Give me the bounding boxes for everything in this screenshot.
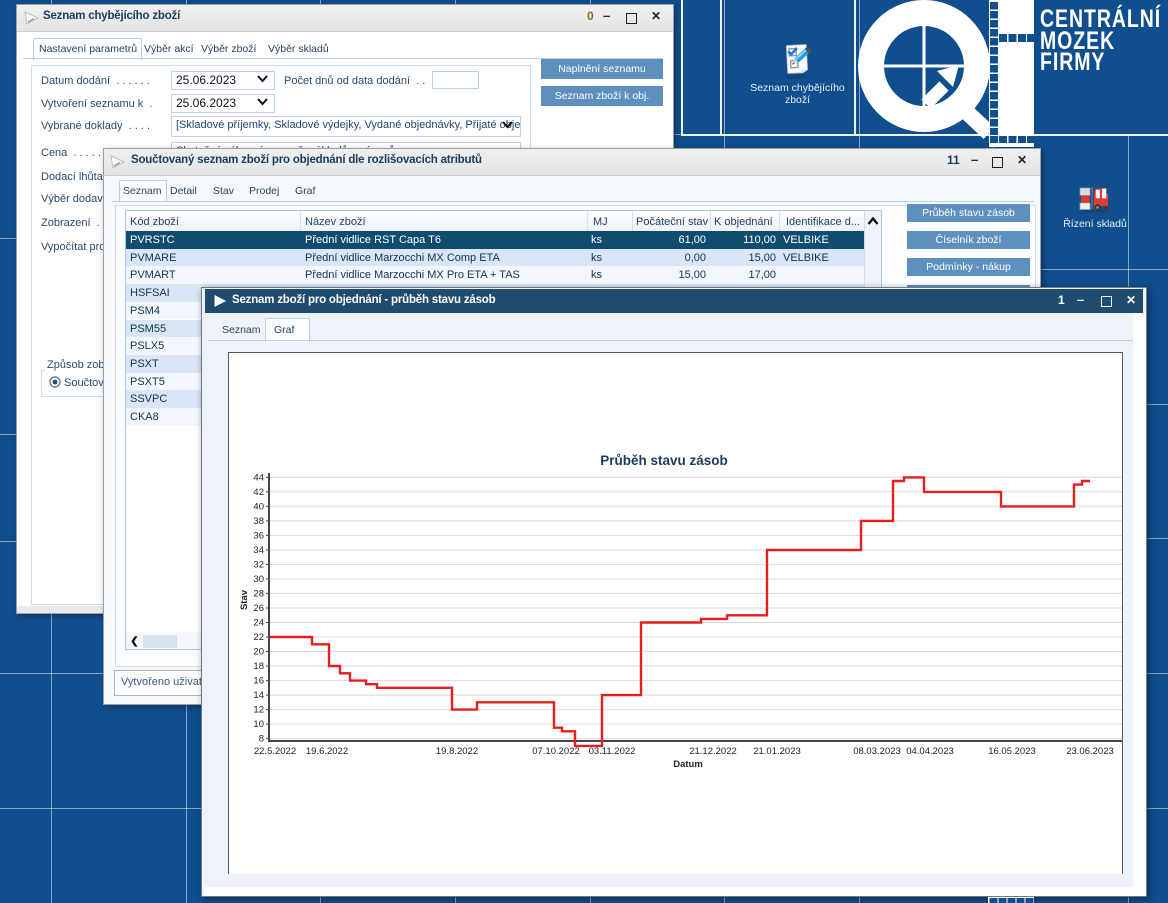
svg-text:07.10.2022: 07.10.2022 [532,746,580,757]
svg-text:21.12.2022: 21.12.2022 [689,746,737,757]
svg-text:19.6.2022: 19.6.2022 [306,746,348,757]
svg-text:38: 38 [253,516,264,527]
svg-text:24: 24 [253,618,264,629]
svg-text:40: 40 [253,501,264,512]
svg-text:23.06.2023: 23.06.2023 [1066,746,1114,757]
svg-text:26: 26 [253,603,264,614]
svg-text:22.5.2022: 22.5.2022 [254,746,296,757]
svg-text:42: 42 [253,487,264,498]
svg-text:8: 8 [259,734,264,745]
svg-text:12: 12 [253,705,264,716]
svg-text:28: 28 [253,588,264,599]
svg-text:16.05.2023: 16.05.2023 [988,746,1036,757]
svg-text:16: 16 [253,676,264,687]
svg-text:19.8.2022: 19.8.2022 [436,746,478,757]
svg-text:Stav: Stav [239,589,250,610]
svg-text:34: 34 [253,545,264,556]
svg-text:20: 20 [253,647,264,658]
svg-text:44: 44 [253,472,264,483]
svg-text:36: 36 [253,530,264,541]
svg-text:32: 32 [253,559,264,570]
svg-text:22: 22 [253,632,264,643]
svg-text:03.11.2022: 03.11.2022 [589,746,636,757]
svg-text:18: 18 [253,661,264,672]
svg-text:04.04.2023: 04.04.2023 [906,746,954,757]
svg-text:10: 10 [253,719,264,730]
svg-text:08.03.2023: 08.03.2023 [853,746,901,757]
svg-text:30: 30 [253,574,264,585]
svg-text:Průběh stavu zásob: Průběh stavu zásob [600,453,728,468]
svg-text:14: 14 [253,690,264,701]
svg-text:21.01.2023: 21.01.2023 [753,746,801,757]
svg-text:Datum: Datum [673,759,703,770]
